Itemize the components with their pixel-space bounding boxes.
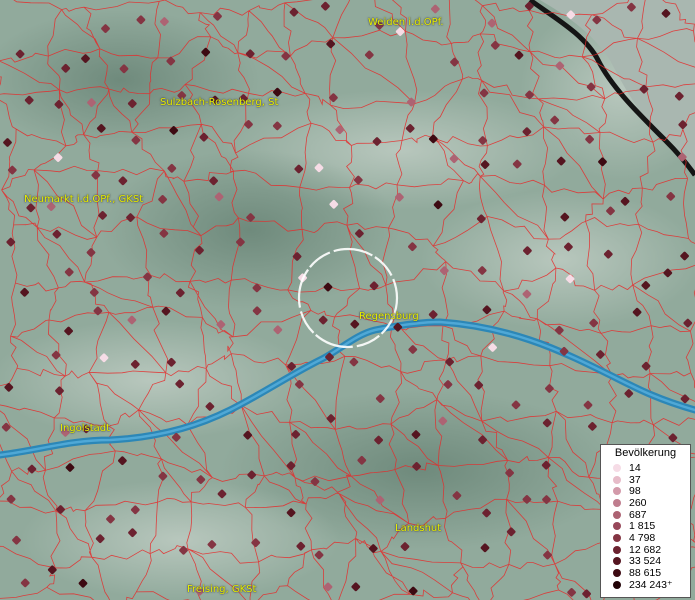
legend-item: 88 615: [601, 567, 690, 579]
legend-label: 1 815: [629, 520, 656, 533]
legend-swatch: [613, 557, 621, 566]
legend-label: 37: [629, 473, 641, 486]
legend-label: 88 615: [629, 567, 662, 580]
legend-label: 14: [629, 461, 641, 474]
legend-label: 234 243⁺: [629, 578, 673, 591]
legend-label: 98: [629, 485, 641, 498]
legend-swatch: [613, 569, 621, 578]
legend-swatch: [613, 580, 621, 589]
city-label-sulzbach-rosenberg: Sulzbach-Rosenberg, St: [160, 97, 279, 108]
legend-swatch: [613, 475, 621, 484]
legend-item: 37: [601, 474, 690, 486]
legend-swatch: [613, 498, 621, 507]
legend-item: 687: [601, 509, 690, 521]
legend-item: 260: [601, 497, 690, 509]
city-label-landshut: Landshut: [395, 523, 442, 534]
legend-title: Bevölkerung: [614, 447, 677, 459]
legend-item: 12 682: [601, 544, 690, 556]
city-label-freising: Freising, GKSt: [187, 584, 257, 595]
map-canvas[interactable]: [0, 0, 695, 600]
legend-swatch: [613, 533, 621, 542]
population-legend: Bevölkerung 14 37 98 260 687 1 815 4 798 12 682…: [600, 444, 691, 598]
legend-swatch: [613, 487, 621, 496]
legend-item: 98: [601, 485, 690, 497]
city-label-ingolstadt: Ingolstadt: [60, 423, 111, 434]
legend-swatch: [613, 510, 621, 519]
legend-item: 1 815: [601, 520, 690, 532]
legend-label: 12 682: [629, 543, 662, 556]
legend-label: 33 524: [629, 555, 662, 568]
city-label-neumarkt: Neumarkt i.d.OPf., GKSt: [24, 194, 144, 205]
legend-label: 4 798: [629, 531, 656, 544]
legend-label: 260: [629, 496, 647, 509]
legend-swatch: [613, 545, 621, 554]
legend-item: 234 243⁺: [601, 579, 690, 591]
legend-swatch: [613, 522, 621, 531]
city-label-weiden: Weiden i.d.OPf.: [368, 17, 444, 28]
legend-swatch: [613, 463, 621, 472]
legend-label: 687: [629, 508, 647, 521]
legend-item: 14: [601, 462, 690, 474]
legend-item: 33 524: [601, 555, 690, 568]
legend-item: 4 798: [601, 532, 690, 544]
city-label-regensburg: Regensburg: [359, 311, 419, 322]
